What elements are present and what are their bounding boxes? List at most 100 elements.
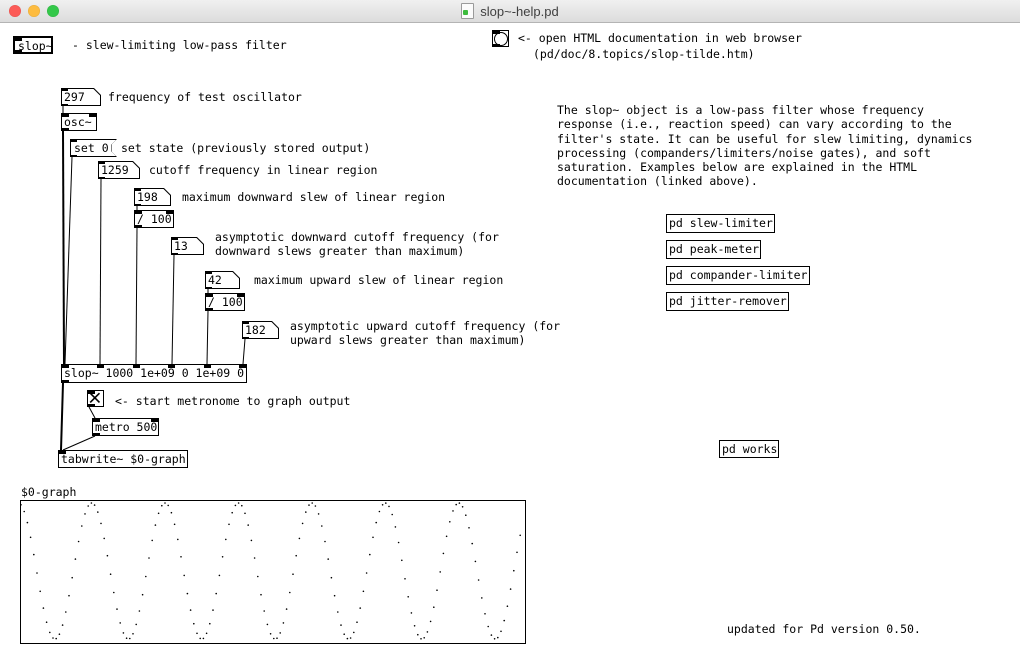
set-state-message-text: set 0 xyxy=(71,140,116,156)
down-asymptotic-number-inlet[interactable] xyxy=(171,237,178,240)
up-asymptotic-number[interactable]: 182 xyxy=(242,321,279,339)
osc-object[interactable]: osc~ xyxy=(61,113,97,131)
window-title: slop~-help.pd xyxy=(480,4,558,19)
oscillator-freq-comment: frequency of test oscillator xyxy=(108,90,302,104)
pd-compander-limiter[interactable]: pd compander-limiter xyxy=(666,266,810,285)
up-asymptotic-comment-line: asymptotic upward cutoff frequency (for xyxy=(290,319,560,333)
osc-object-outlet[interactable] xyxy=(62,128,69,131)
slop-main-object-inlet[interactable] xyxy=(168,365,175,368)
pd-peak-meter[interactable]: pd peak-meter xyxy=(666,240,761,259)
patch-cord xyxy=(207,311,208,364)
cutoff-freq-number-outlet[interactable] xyxy=(98,177,105,180)
version-comment: updated for Pd version 0.50. xyxy=(727,622,921,636)
divide-100-a-object-inlet[interactable] xyxy=(166,211,173,214)
cutoff-freq-number[interactable]: 1259 xyxy=(98,161,140,179)
metronome-comment-line: <- start metronome to graph output xyxy=(115,394,350,408)
pd-slew-limiter-text: pd slew-limiter xyxy=(669,216,773,230)
tabwrite-object[interactable]: tabwrite~ $0-graph xyxy=(58,450,188,468)
slop-main-object-outlet[interactable] xyxy=(62,380,69,383)
pd-slew-limiter[interactable]: pd slew-limiter xyxy=(666,214,775,233)
down-asymptotic-comment-line: asymptotic downward cutoff frequency (fo… xyxy=(215,230,499,244)
up-asymptotic-number-inlet[interactable] xyxy=(242,321,249,324)
metro-toggle-outlet[interactable] xyxy=(88,404,95,407)
patch-cord xyxy=(100,179,101,364)
up-slew-number-inlet[interactable] xyxy=(205,271,212,274)
open-html-bang[interactable] xyxy=(492,30,509,47)
slop-main-object-inlet[interactable] xyxy=(239,365,246,368)
pd-works[interactable]: pd works xyxy=(719,440,779,458)
metro-object-outlet[interactable] xyxy=(93,433,100,436)
divide-100-a-object-outlet[interactable] xyxy=(135,225,142,228)
open-html-bang-outlet[interactable] xyxy=(493,44,500,47)
slop-main-object-inlet[interactable] xyxy=(97,365,104,368)
osc-object-inlet[interactable] xyxy=(62,114,69,117)
slop-main-object-inlet[interactable] xyxy=(133,365,140,368)
cutoff-freq-number-inlet[interactable] xyxy=(98,161,105,164)
up-slew-number-outlet[interactable] xyxy=(205,287,212,290)
cutoff-freq-number-text: 1259 xyxy=(99,162,139,178)
divide-100-b-object-inlet[interactable] xyxy=(237,294,244,297)
window-title-group: slop~-help.pd xyxy=(0,0,1020,22)
down-slew-number[interactable]: 198 xyxy=(134,188,171,206)
set-state-message[interactable]: set 0 xyxy=(70,139,117,157)
down-asymptotic-number-outlet[interactable] xyxy=(171,253,178,256)
slop-main-object[interactable]: slop~ 1000 1e+09 0 1e+09 0 xyxy=(61,364,247,383)
patch-canvas: slop~ 297 osc~ set 0 1259 198 / 100 1342 / 100 18… xyxy=(0,0,1020,664)
patch-cord xyxy=(243,339,245,364)
up-asymptotic-number-outlet[interactable] xyxy=(242,337,249,340)
slop-reference-object-inlet[interactable] xyxy=(15,38,22,41)
cutoff-freq-comment-line: cutoff frequency in linear region xyxy=(149,163,377,177)
description-paragraph-line: response (i.e., reaction speed) can vary… xyxy=(557,117,972,131)
html-path-comment-line: (pd/doc/8.topics/slop-tilde.htm) xyxy=(533,47,755,61)
open-html-comment: <- open HTML documentation in web browse… xyxy=(518,31,802,45)
metro-object-text: metro 500 xyxy=(95,420,157,434)
down-asymptotic-number[interactable]: 13 xyxy=(171,237,204,255)
pd-jitter-remover-text: pd jitter-remover xyxy=(669,294,787,308)
oscillator-freq-comment-line: frequency of test oscillator xyxy=(108,90,302,104)
metro-object-inlet[interactable] xyxy=(151,419,158,422)
window-titlebar: slop~-help.pd xyxy=(0,0,1020,23)
metro-object-inlet[interactable] xyxy=(93,419,100,422)
up-slew-number[interactable]: 42 xyxy=(205,271,240,289)
down-slew-number-inlet[interactable] xyxy=(134,188,141,191)
up-asymptotic-comment-line: upward slews greater than maximum) xyxy=(290,333,560,347)
osc-object-inlet[interactable] xyxy=(89,114,96,117)
divide-100-a-object-inlet[interactable] xyxy=(135,211,142,214)
pd-jitter-remover[interactable]: pd jitter-remover xyxy=(666,292,789,311)
divide-100-a-object[interactable]: / 100 xyxy=(134,210,174,228)
description-paragraph-line: saturation. Examples below are explained… xyxy=(557,160,972,174)
divide-100-a-object-text: / 100 xyxy=(137,212,172,226)
pd-peak-meter-text: pd peak-meter xyxy=(669,242,759,256)
divide-100-b-object-outlet[interactable] xyxy=(206,308,213,311)
oscillator-freq-number-outlet[interactable] xyxy=(61,104,68,107)
divide-100-b-object-inlet[interactable] xyxy=(206,294,213,297)
patch-cord xyxy=(172,255,174,364)
description-paragraph-line: The slop~ object is a low-pass filter wh… xyxy=(557,103,972,117)
slop-reference-object-outlet[interactable] xyxy=(15,50,22,53)
patch-cord xyxy=(89,407,95,418)
description-paragraph-line: processing (companders/limiters/noise ga… xyxy=(557,146,972,160)
description-paragraph-line: documentation (linked above). xyxy=(557,174,972,188)
metronome-comment: <- start metronome to graph output xyxy=(115,394,350,408)
array-graph-frame xyxy=(20,500,526,644)
slop-main-object-inlet[interactable] xyxy=(62,365,69,368)
up-slew-comment: maximum upward slew of linear region xyxy=(254,273,503,287)
description-paragraph-line: filter's state. It can be useful for sle… xyxy=(557,132,972,146)
down-slew-number-outlet[interactable] xyxy=(134,204,141,207)
set-state-comment: set state (previously stored output) xyxy=(121,141,370,155)
slop-reference-object[interactable]: slop~ xyxy=(13,36,53,54)
divide-100-b-object[interactable]: / 100 xyxy=(205,293,245,311)
oscillator-freq-number[interactable]: 297 xyxy=(61,88,101,106)
set-state-message-outlet[interactable] xyxy=(70,155,77,158)
oscillator-freq-number-inlet[interactable] xyxy=(61,88,68,91)
down-asymptotic-comment: asymptotic downward cutoff frequency (fo… xyxy=(215,230,499,259)
open-html-bang-inlet[interactable] xyxy=(493,31,500,34)
slop-description-comment-line: - slew-limiting low-pass filter xyxy=(72,38,287,52)
metro-toggle-inlet[interactable] xyxy=(88,391,95,394)
metro-object[interactable]: metro 500 xyxy=(92,418,159,436)
slop-main-object-inlet[interactable] xyxy=(204,365,211,368)
patch-cord xyxy=(65,157,72,364)
metro-toggle[interactable] xyxy=(87,390,104,407)
set-state-message-inlet[interactable] xyxy=(70,139,77,142)
tabwrite-object-inlet[interactable] xyxy=(59,451,66,454)
